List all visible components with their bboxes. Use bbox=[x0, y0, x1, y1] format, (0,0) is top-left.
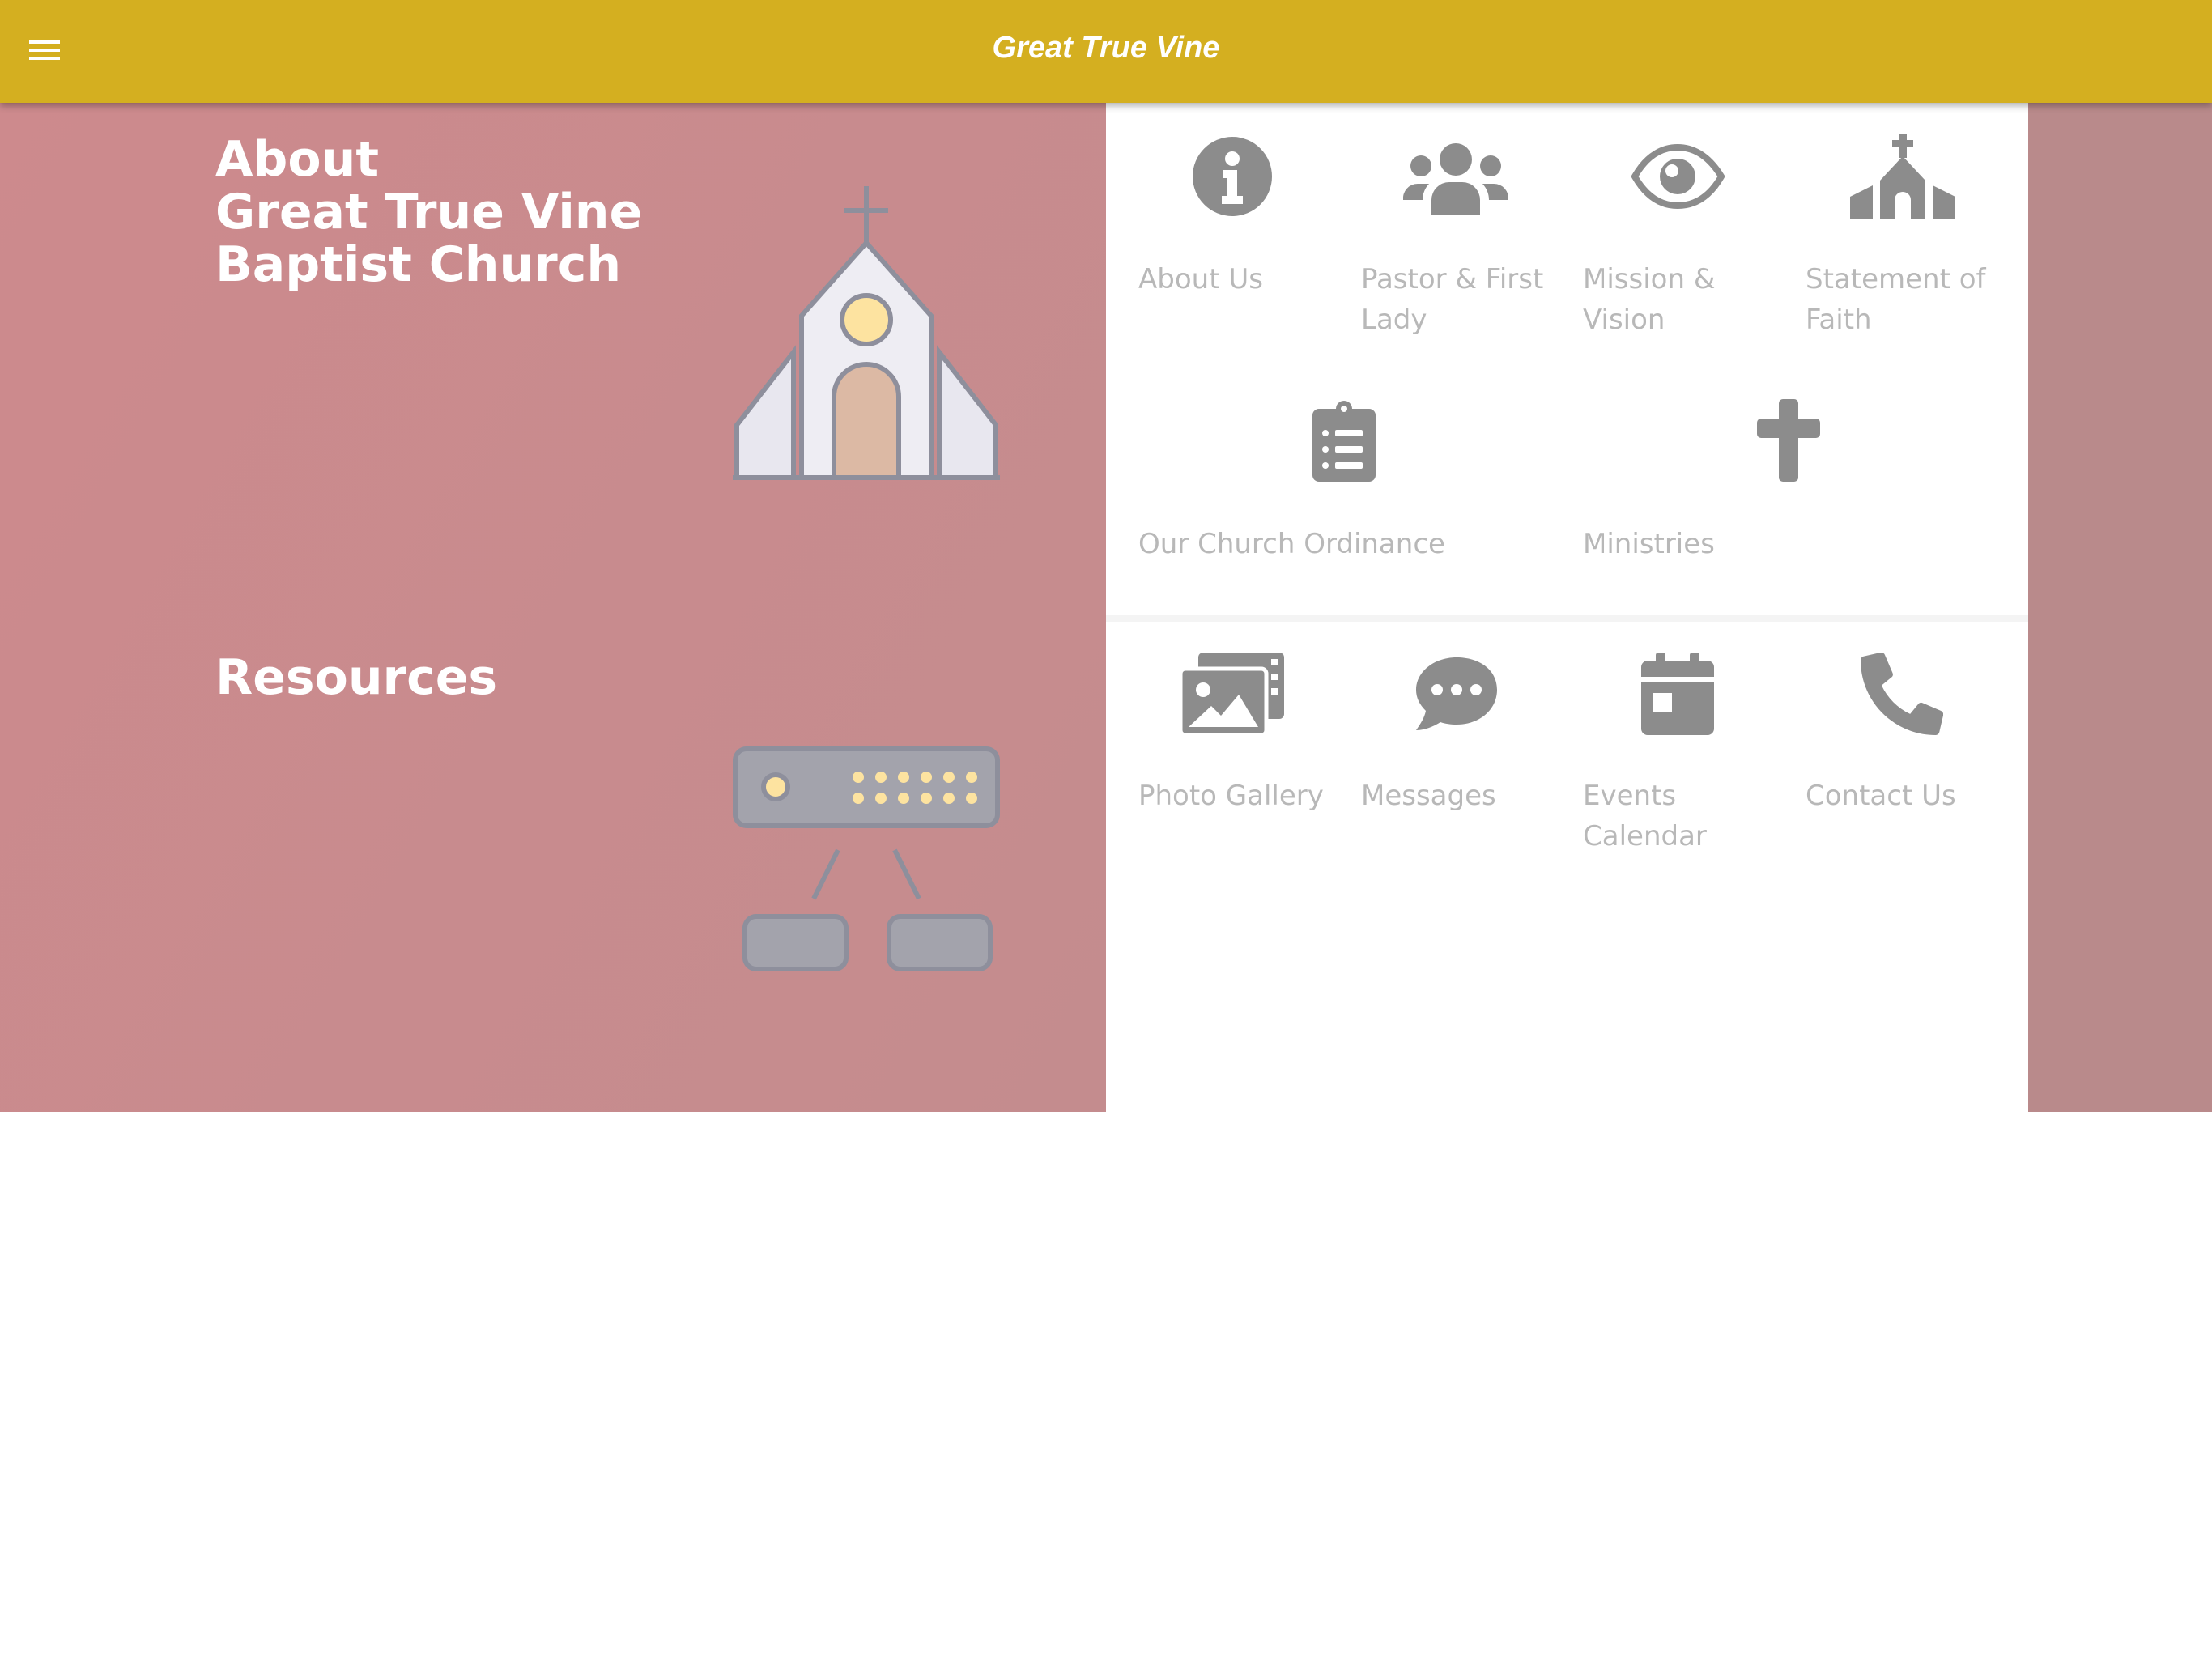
info-circle-icon bbox=[1193, 137, 1272, 216]
mission-vision-label: Mission & Vision bbox=[1583, 259, 1793, 340]
statement-of-faith-label: Statement of Faith bbox=[1806, 259, 2016, 340]
phone-icon bbox=[1861, 653, 1943, 735]
pastor-first-lady-label: Pastor & First Lady bbox=[1361, 259, 1572, 340]
label-line: Calendar bbox=[1583, 820, 1707, 852]
eye-icon bbox=[1631, 144, 1725, 209]
about-us-tile[interactable]: About Us bbox=[1138, 121, 1361, 364]
photo-gallery-label: Photo Gallery bbox=[1138, 776, 1349, 816]
pastor-first-lady-tile[interactable]: Pastor & First Lady bbox=[1361, 121, 1584, 364]
section-divider bbox=[1106, 615, 2028, 622]
label-line: Vision bbox=[1583, 304, 1665, 336]
clipboard-list-icon bbox=[1312, 401, 1376, 482]
messages-tile[interactable]: Messages bbox=[1361, 640, 1584, 882]
messages-label: Messages bbox=[1361, 776, 1572, 816]
ministries-label: Ministries bbox=[1583, 524, 1793, 564]
network-server-illustration bbox=[733, 746, 1000, 971]
events-calendar-label: Events Calendar bbox=[1583, 776, 1793, 857]
statement-of-faith-tile[interactable]: Statement of Faith bbox=[1806, 121, 2028, 364]
label-line: Photo Gallery bbox=[1138, 780, 1324, 812]
about-heading-line: Great True Vine bbox=[215, 184, 643, 240]
church-ordinance-label: Our Church Ordinance bbox=[1138, 524, 1576, 564]
users-icon bbox=[1403, 143, 1508, 215]
app-title: Great True Vine bbox=[992, 31, 1220, 65]
label-line: Contact Us bbox=[1806, 780, 1956, 812]
ministries-tile[interactable]: Ministries bbox=[1583, 385, 2028, 579]
comment-dots-icon bbox=[1416, 657, 1497, 730]
label-line: Ministries bbox=[1583, 528, 1715, 560]
right-background bbox=[2028, 103, 2212, 1112]
about-heading-line: About bbox=[215, 131, 380, 188]
contact-us-tile[interactable]: Contact Us bbox=[1806, 640, 2028, 882]
app-header: Great True Vine bbox=[0, 0, 2212, 103]
label-line: Lady bbox=[1361, 304, 1427, 336]
label-line: Statement of bbox=[1806, 263, 1986, 295]
mission-vision-tile[interactable]: Mission & Vision bbox=[1583, 121, 1806, 364]
resources-heading: Resources bbox=[215, 649, 498, 706]
events-calendar-tile[interactable]: Events Calendar bbox=[1583, 640, 1806, 882]
church-icon bbox=[1850, 134, 1955, 219]
about-heading: About Great True Vine Baptist Church bbox=[215, 134, 642, 291]
about-heading-line: Baptist Church bbox=[215, 236, 622, 293]
church-illustration bbox=[733, 186, 1000, 480]
label-line: About Us bbox=[1138, 263, 1263, 295]
label-line: Messages bbox=[1361, 780, 1496, 812]
images-icon bbox=[1180, 653, 1284, 735]
photo-gallery-tile[interactable]: Photo Gallery bbox=[1138, 640, 1361, 882]
church-ordinance-tile[interactable]: Our Church Ordinance bbox=[1138, 385, 1584, 579]
label-line: Events bbox=[1583, 780, 1677, 812]
about-us-label: About Us bbox=[1138, 259, 1349, 300]
contact-us-label: Contact Us bbox=[1806, 776, 2016, 816]
label-line: Faith bbox=[1806, 304, 1872, 336]
cross-icon bbox=[1757, 399, 1820, 482]
label-line: Pastor & First bbox=[1361, 263, 1544, 295]
calendar-icon bbox=[1641, 653, 1714, 735]
label-line: Mission & bbox=[1583, 263, 1716, 295]
label-line: Our Church Ordinance bbox=[1138, 528, 1445, 560]
